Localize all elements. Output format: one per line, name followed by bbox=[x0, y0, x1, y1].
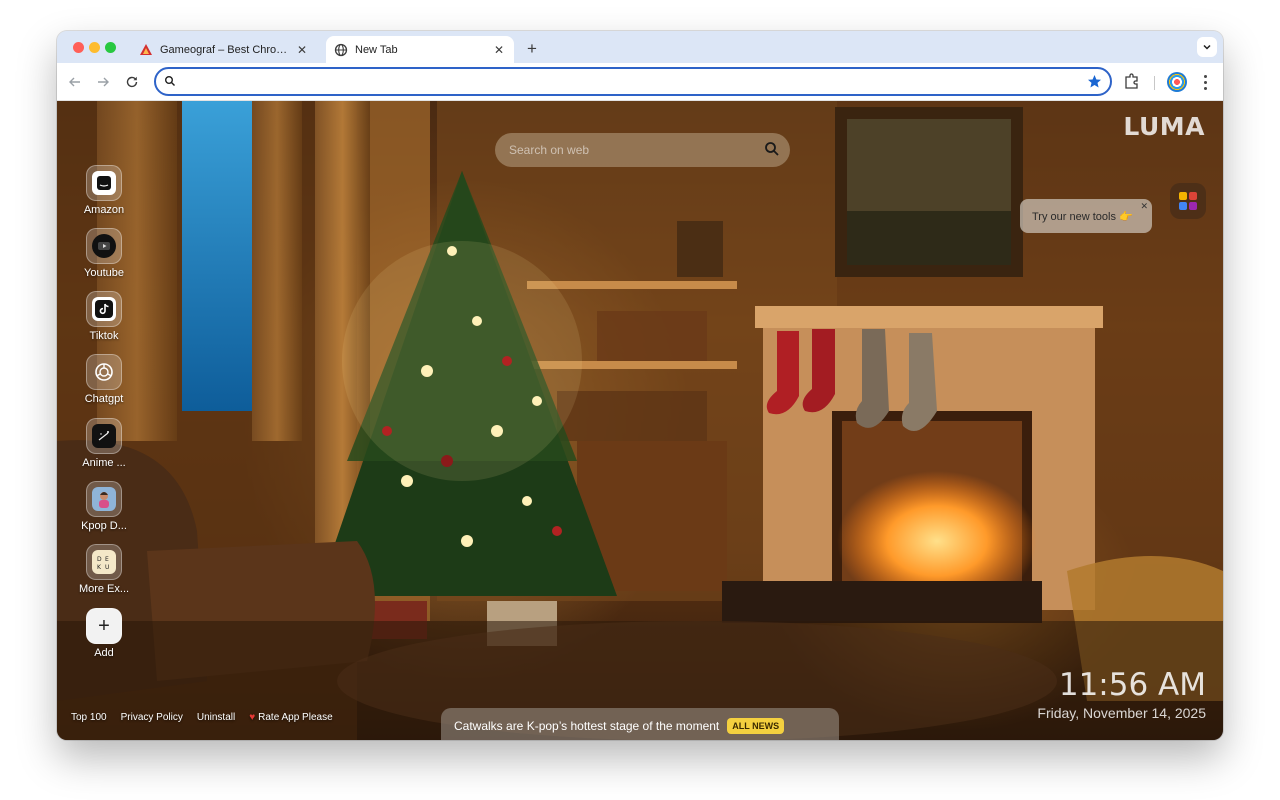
tab-title: Gameograf – Best Chrome Live Wallpapers bbox=[160, 43, 293, 56]
amazon-icon bbox=[92, 171, 116, 195]
shortcut-tile[interactable] bbox=[86, 481, 122, 517]
minimize-window-button[interactable] bbox=[89, 42, 100, 53]
shortcut-tile[interactable] bbox=[86, 228, 122, 264]
tab-new-tab[interactable]: New Tab ✕ bbox=[326, 36, 514, 63]
more-extensions-icon: DEKU bbox=[92, 550, 116, 574]
all-news-button[interactable]: ALL NEWS bbox=[727, 718, 785, 734]
shortcut-tiktok[interactable]: Tiktok bbox=[77, 291, 131, 342]
shortcut-anime[interactable]: Anime ... bbox=[77, 418, 131, 469]
close-window-button[interactable] bbox=[73, 42, 84, 53]
search-icon bbox=[165, 76, 175, 86]
shortcut-tile[interactable] bbox=[86, 354, 122, 390]
anime-icon bbox=[92, 424, 116, 448]
rate-app-link[interactable]: ♥ Rate App Please bbox=[249, 712, 332, 723]
news-ticker[interactable]: Catwalks are K-pop’s hottest stage of th… bbox=[441, 708, 839, 740]
more-menu-icon[interactable] bbox=[1199, 73, 1211, 91]
tooltip-text: Try our new tools 👉 bbox=[1032, 210, 1133, 223]
tab-search-button[interactable] bbox=[1197, 37, 1217, 57]
tab-gameograf[interactable]: Gameograf – Best Chrome Live Wallpapers … bbox=[133, 36, 317, 63]
rate-app-label: Rate App Please bbox=[258, 712, 333, 723]
arrow-right-icon bbox=[98, 77, 109, 87]
new-tab-page: Amazon Youtube Tiktok Chatgpt Anime ... … bbox=[57, 101, 1223, 740]
apps-grid-icon bbox=[1179, 192, 1197, 210]
toolbar-divider bbox=[1154, 76, 1155, 90]
toolbar bbox=[57, 63, 1223, 101]
tab-strip: Gameograf – Best Chrome Live Wallpapers … bbox=[57, 31, 1223, 63]
luma-logo: LUMA bbox=[1123, 112, 1205, 141]
web-search-input[interactable] bbox=[509, 133, 749, 167]
shortcut-label: Youtube bbox=[84, 267, 124, 279]
arrow-left-icon bbox=[69, 77, 80, 87]
chevron-down-icon bbox=[1203, 44, 1211, 50]
shortcut-kpop[interactable]: Kpop D... bbox=[77, 481, 131, 532]
chatgpt-icon bbox=[92, 360, 116, 384]
shortcut-add[interactable]: + Add bbox=[77, 608, 131, 659]
back-button[interactable] bbox=[65, 72, 85, 92]
close-tab-icon[interactable]: ✕ bbox=[293, 41, 311, 59]
news-headline[interactable]: Catwalks are K-pop’s hottest stage of th… bbox=[454, 719, 719, 733]
shortcut-label: Tiktok bbox=[89, 330, 119, 342]
plus-icon: + bbox=[98, 614, 110, 637]
shortcut-label: Add bbox=[94, 647, 114, 659]
browser-window: Gameograf – Best Chrome Live Wallpapers … bbox=[57, 31, 1223, 740]
svg-text:D: D bbox=[97, 556, 102, 563]
zoom-window-button[interactable] bbox=[105, 42, 116, 53]
shortcut-more-extensions[interactable]: DEKU More Ex... bbox=[77, 544, 131, 595]
svg-text:E: E bbox=[105, 556, 109, 563]
close-icon[interactable]: ✕ bbox=[1140, 201, 1148, 212]
top-100-link[interactable]: Top 100 bbox=[71, 712, 107, 723]
footer-links: Top 100 Privacy Policy Uninstall ♥ Rate A… bbox=[71, 712, 333, 723]
svg-text:K: K bbox=[97, 564, 102, 571]
globe-icon bbox=[334, 43, 348, 56]
shortcut-amazon[interactable]: Amazon bbox=[77, 165, 131, 216]
shortcut-tile[interactable] bbox=[86, 291, 122, 327]
shortcut-youtube[interactable]: Youtube bbox=[77, 228, 131, 279]
youtube-icon bbox=[92, 234, 116, 258]
shortcut-tile[interactable] bbox=[86, 418, 122, 454]
close-tab-icon[interactable]: ✕ bbox=[490, 41, 508, 59]
address-bar[interactable] bbox=[154, 67, 1112, 96]
reload-button[interactable] bbox=[122, 72, 142, 92]
kpop-icon bbox=[92, 487, 116, 511]
profile-avatar[interactable] bbox=[1167, 72, 1187, 92]
new-tab-button[interactable]: + bbox=[521, 38, 543, 60]
shortcut-label: Kpop D... bbox=[81, 520, 127, 532]
shortcut-label: Amazon bbox=[83, 204, 125, 216]
bookmark-star-icon[interactable] bbox=[1087, 74, 1102, 89]
reload-icon bbox=[126, 76, 138, 88]
shortcut-tile[interactable] bbox=[86, 165, 122, 201]
christmas-living-room-wallpaper bbox=[57, 101, 1223, 740]
add-shortcut-button[interactable]: + bbox=[86, 608, 122, 644]
gameograf-favicon-icon bbox=[140, 43, 152, 55]
web-search-box[interactable] bbox=[495, 133, 790, 167]
tab-title: New Tab bbox=[355, 43, 398, 56]
uninstall-link[interactable]: Uninstall bbox=[197, 712, 235, 723]
search-icon[interactable] bbox=[764, 141, 780, 157]
shortcut-label: Chatgpt bbox=[84, 393, 124, 405]
forward-button[interactable] bbox=[93, 72, 113, 92]
shortcut-label: Anime ... bbox=[82, 457, 126, 469]
shortcut-tile[interactable]: DEKU bbox=[86, 544, 122, 580]
clock-time: 11:56 AM bbox=[1058, 667, 1206, 703]
tiktok-icon bbox=[92, 297, 116, 321]
extensions-puzzle-icon[interactable] bbox=[1123, 72, 1141, 90]
shortcut-label: More Ex... bbox=[78, 583, 130, 595]
heart-icon: ♥ bbox=[249, 712, 256, 723]
shortcut-chatgpt[interactable]: Chatgpt bbox=[77, 354, 131, 405]
clock-date: Friday, November 14, 2025 bbox=[1037, 705, 1206, 721]
new-tools-tooltip[interactable]: Try our new tools 👉 ✕ bbox=[1020, 199, 1152, 233]
svg-text:U: U bbox=[105, 564, 109, 571]
apps-button[interactable] bbox=[1170, 183, 1206, 219]
privacy-policy-link[interactable]: Privacy Policy bbox=[121, 712, 183, 723]
